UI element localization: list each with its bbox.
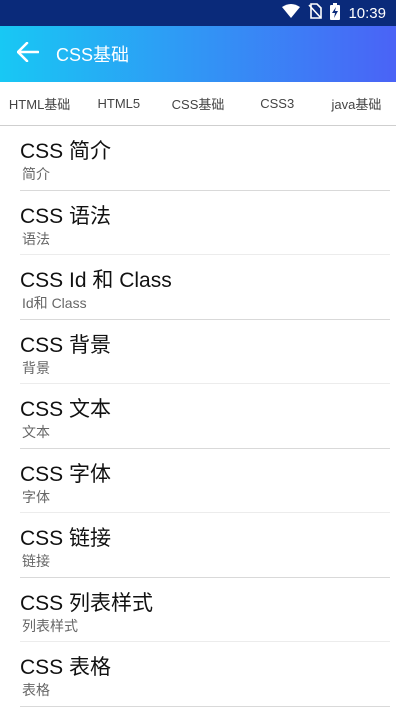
arrow-left-icon bbox=[16, 41, 40, 66]
list-item[interactable]: CSS Id 和 Class Id和 Class bbox=[20, 255, 390, 320]
app-bar: CSS基础 bbox=[0, 26, 396, 82]
list-item-title: CSS 表格 bbox=[20, 656, 112, 679]
clock: 10:39 bbox=[348, 4, 386, 22]
wifi-icon bbox=[282, 4, 301, 22]
list-item-subtitle: Id和 Class bbox=[22, 295, 87, 311]
tab-css-basics[interactable]: CSS基础 bbox=[158, 94, 237, 113]
tab-css3[interactable]: CSS3 bbox=[238, 96, 317, 111]
list-item-subtitle: 链接 bbox=[22, 553, 50, 569]
list-item-title: CSS 字体 bbox=[20, 462, 112, 486]
list-item[interactable]: CSS 语法 语法 bbox=[20, 191, 390, 255]
list-item-title: CSS 背景 bbox=[20, 333, 112, 357]
list-item[interactable]: CSS 链接 链接 bbox=[20, 513, 390, 578]
tab-html-basics[interactable]: HTML基础 bbox=[0, 94, 79, 113]
list-item-subtitle: 语法 bbox=[22, 230, 50, 247]
lesson-list: CSS 简介 简介 CSS 语法 语法 CSS Id 和 Class Id和 C… bbox=[0, 126, 396, 707]
list-item-title: CSS 语法 bbox=[20, 204, 112, 228]
page-title: CSS基础 bbox=[56, 45, 130, 65]
list-item[interactable]: CSS 背景 背景 bbox=[20, 320, 390, 384]
list-item-subtitle: 表格 bbox=[22, 682, 50, 698]
list-item-subtitle: 字体 bbox=[22, 488, 50, 505]
no-sim-icon bbox=[308, 3, 323, 23]
list-item-title: CSS 文本 bbox=[20, 398, 112, 421]
list-item-title: CSS 简介 bbox=[20, 140, 112, 163]
list-item-title: CSS 列表样式 bbox=[20, 591, 154, 615]
list-item-subtitle: 列表样式 bbox=[22, 617, 78, 634]
category-tabs: HTML基础 HTML5 CSS基础 CSS3 java基础 bbox=[0, 82, 396, 126]
list-item[interactable]: CSS 文本 文本 bbox=[20, 384, 390, 449]
list-item-title: CSS Id 和 Class bbox=[20, 269, 172, 292]
back-button[interactable] bbox=[0, 26, 56, 82]
list-item-subtitle: 简介 bbox=[22, 166, 50, 182]
battery-charging-icon bbox=[330, 2, 341, 24]
list-item[interactable]: CSS 列表样式 列表样式 bbox=[20, 578, 390, 642]
list-item[interactable]: CSS 简介 简介 bbox=[20, 126, 390, 191]
tab-java-basics[interactable]: java基础 bbox=[317, 94, 396, 113]
list-item-subtitle: 文本 bbox=[22, 424, 50, 440]
status-bar: 10:39 bbox=[0, 0, 396, 26]
list-item[interactable]: CSS 表格 表格 bbox=[20, 642, 390, 707]
list-item-subtitle: 背景 bbox=[22, 359, 50, 376]
list-item[interactable]: CSS 字体 字体 bbox=[20, 449, 390, 513]
tab-html5[interactable]: HTML5 bbox=[79, 96, 158, 111]
status-icons: 10:39 bbox=[282, 0, 386, 26]
list-item-title: CSS 链接 bbox=[20, 527, 112, 550]
